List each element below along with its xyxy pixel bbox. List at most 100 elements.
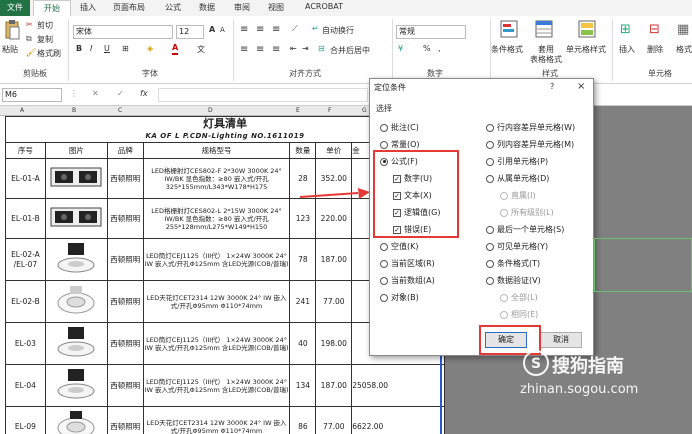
decrease-indent-icon[interactable]: ⇤	[290, 44, 297, 53]
format-painter-button[interactable]: 格式刷	[37, 48, 61, 59]
tab-data[interactable]: 数据	[199, 2, 215, 13]
col-d[interactable]: D	[208, 107, 213, 114]
option-current-region[interactable]: 当前区域(R)	[380, 258, 435, 269]
tab-acrobat[interactable]: ACROBAT	[305, 2, 343, 11]
col-a[interactable]: A	[20, 107, 24, 114]
cell-price[interactable]: 77.00	[315, 406, 353, 434]
cell-qty[interactable]: 78	[289, 238, 317, 281]
cell-price[interactable]: 220.00	[315, 198, 353, 239]
cell-spec[interactable]: LED天花灯CET2314 12W 3000K 24° IW 嵌入式/开孔Φ95…	[142, 280, 291, 323]
header-cell[interactable]: 规格型号	[142, 142, 291, 159]
font-color-icon[interactable]: A	[172, 43, 179, 55]
header-cell[interactable]: 单价	[315, 142, 353, 159]
col-b[interactable]: B	[72, 107, 76, 114]
align-left-icon[interactable]: ≡	[240, 44, 248, 55]
formula-input[interactable]	[158, 88, 368, 102]
comma-button[interactable]: ,	[438, 44, 441, 53]
cell-brand[interactable]: 西顿照明	[106, 406, 144, 434]
cell-image[interactable]	[44, 406, 108, 434]
increase-indent-icon[interactable]: ⇥	[302, 44, 309, 53]
option-objects[interactable]: 对象(B)	[380, 292, 419, 303]
col-f[interactable]: F	[328, 107, 331, 114]
insert-cells-button[interactable]: 插入	[619, 44, 635, 55]
tab-review[interactable]: 审阅	[234, 2, 250, 13]
cell-no[interactable]: EL-01-B	[5, 198, 46, 239]
header-cell[interactable]: 序号	[5, 142, 46, 159]
cell-image[interactable]	[44, 198, 108, 239]
col-e[interactable]: E	[296, 107, 300, 114]
conditional-format-button[interactable]: 条件格式	[491, 44, 523, 55]
format-as-table-button-line2[interactable]: 表格格式	[530, 54, 562, 65]
cell-qty[interactable]: 241	[289, 280, 317, 323]
font-size-select[interactable]: 12	[176, 25, 204, 39]
cell-amount[interactable]: 6622.00	[351, 406, 445, 434]
percent-button[interactable]: %	[423, 44, 431, 53]
cancel-entry-icon[interactable]: ✕	[92, 89, 99, 98]
font-name-select[interactable]: 宋体	[73, 25, 173, 39]
italic-button[interactable]: I	[90, 44, 92, 53]
cell-spec[interactable]: LED筒灯CEJ1125（III代） 1×24W 3000K 24° IW 嵌入…	[142, 238, 291, 281]
cell-no[interactable]: EL-02-B	[5, 280, 46, 323]
option-data-validation[interactable]: 数据验证(V)	[486, 275, 541, 286]
cell-image[interactable]	[44, 364, 108, 407]
cell-brand[interactable]: 西顿照明	[106, 198, 144, 239]
option-dependents[interactable]: 从属单元格(D)	[486, 173, 549, 184]
option-row-differences[interactable]: 行内容差异单元格(W)	[486, 122, 575, 133]
cell-brand[interactable]: 西顿照明	[106, 280, 144, 323]
border-icon[interactable]: ⊞	[122, 44, 129, 53]
cell-no[interactable]: EL-01-A	[5, 158, 46, 199]
option-conditional-formats[interactable]: 条件格式(T)	[486, 258, 540, 269]
cell-price[interactable]: 187.00	[315, 238, 353, 281]
cell-brand[interactable]: 西顿照明	[106, 364, 144, 407]
align-middle-icon[interactable]: ≡	[256, 24, 264, 35]
name-box[interactable]: M6	[2, 88, 62, 102]
wrap-text-button[interactable]: 自动换行	[322, 25, 354, 36]
option-visible-cells[interactable]: 可见单元格(Y)	[486, 241, 548, 252]
cell-image[interactable]	[44, 238, 108, 281]
number-format-select[interactable]: 常规	[396, 25, 466, 39]
header-cell[interactable]: 图片	[44, 142, 108, 159]
tab-view[interactable]: 视图	[268, 2, 284, 13]
cell-amount[interactable]: 25058.00	[351, 364, 445, 407]
option-constants[interactable]: 常量(O)	[380, 139, 420, 150]
cell-no[interactable]: EL-03	[5, 322, 46, 365]
col-g[interactable]: G	[362, 107, 367, 114]
col-c[interactable]: C	[118, 107, 122, 114]
header-cell[interactable]: 数量	[289, 142, 317, 159]
confirm-entry-icon[interactable]: ✓	[117, 89, 124, 98]
format-cells-button[interactable]: 格式	[676, 44, 692, 55]
cell-brand[interactable]: 西顿照明	[106, 158, 144, 199]
tab-formulas[interactable]: 公式	[165, 2, 181, 13]
phonetic-icon[interactable]: 文	[197, 44, 205, 55]
cut-button[interactable]: 剪切	[37, 20, 53, 31]
option-column-differences[interactable]: 列内容差异单元格(M)	[486, 139, 574, 150]
cell-spec[interactable]: LED天花灯CET2314 12W 3000K 24° IW 嵌入式/开孔Φ95…	[142, 406, 291, 434]
tab-page-layout[interactable]: 页面布局	[113, 2, 145, 13]
cell-spec[interactable]: LED格栅射灯CES802-F 2*30W 3000K 24° IW/BK 显色…	[142, 158, 291, 199]
fill-color-icon[interactable]: ◈	[147, 44, 153, 53]
align-right-icon[interactable]: ≡	[272, 44, 280, 55]
close-button[interactable]: ×	[577, 81, 585, 92]
cell-image[interactable]	[44, 280, 108, 323]
option-comments[interactable]: 批注(C)	[380, 122, 419, 133]
cell-qty[interactable]: 40	[289, 322, 317, 365]
align-bottom-icon[interactable]: ≡	[272, 24, 280, 35]
delete-cells-button[interactable]: 删除	[647, 44, 663, 55]
font-grow-button[interactable]: A	[209, 25, 215, 34]
cell-spec[interactable]: LED格栅射灯CES802-L 2*15W 3000K 24° IW/BK 显色…	[142, 198, 291, 239]
option-current-array[interactable]: 当前数组(A)	[380, 275, 435, 286]
cell-price[interactable]: 77.00	[315, 280, 353, 323]
cell-image[interactable]	[44, 322, 108, 365]
tab-home[interactable]: 开始	[33, 0, 71, 17]
cell-qty[interactable]: 123	[289, 198, 317, 239]
cell-price[interactable]: 187.00	[315, 364, 353, 407]
underline-button[interactable]: U	[104, 44, 110, 53]
paste-icon[interactable]	[4, 20, 20, 42]
bold-button[interactable]: B	[76, 44, 82, 53]
cell-qty[interactable]: 134	[289, 364, 317, 407]
align-top-icon[interactable]: ≡	[240, 24, 248, 35]
cell-price[interactable]: 198.00	[315, 322, 353, 365]
cell-qty[interactable]: 86	[289, 406, 317, 434]
cell-no[interactable]: EL-04	[5, 364, 46, 407]
orientation-icon[interactable]: ⟋	[292, 24, 298, 34]
